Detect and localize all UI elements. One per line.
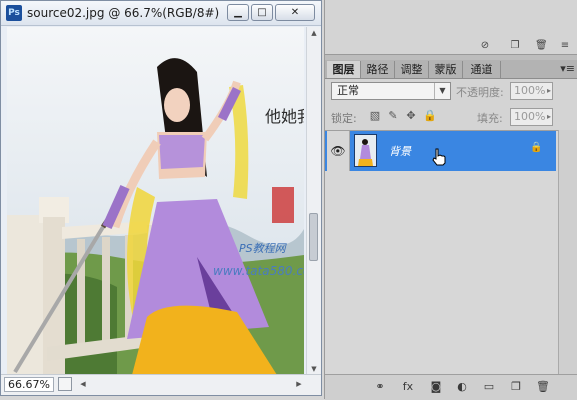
blend-row: 正常 ▼ 不透明度: 100% ▸ <box>325 80 577 102</box>
opacity-value: 100% <box>514 84 546 97</box>
add-mask-icon[interactable]: ◙ <box>429 380 443 394</box>
fx-icon[interactable]: fx <box>401 380 415 394</box>
blend-mode-value: 正常 <box>337 84 359 97</box>
photoshop-app-icon: Ps <box>6 5 22 21</box>
chevron-right-icon: ▸ <box>546 112 551 121</box>
horizontal-scrollbar[interactable]: ◀ ▶ <box>77 378 305 391</box>
lock-transparent-icon[interactable]: ▧ <box>369 110 381 122</box>
maximize-button[interactable]: □ <box>251 4 273 21</box>
new-item-icon[interactable]: ❐ <box>509 40 521 52</box>
no-entry-icon[interactable]: ⊘ <box>479 40 491 52</box>
document-titlebar[interactable]: Ps source02.jpg @ 66.7%(RGB/8#) ▁ □ ✕ <box>1 1 321 26</box>
tab-adjustments[interactable]: 调整 <box>395 61 429 78</box>
layer-name[interactable]: 背景 <box>389 143 411 159</box>
layers-panel-tabs: 图层 路径 调整 蒙版 通道 ▾≡ <box>325 60 577 79</box>
lock-move-icon[interactable]: ✥ <box>405 110 417 122</box>
lock-row: 锁定: ▧ ✎ ✥ 🔒 填充: 100% ▸ <box>325 106 577 128</box>
opacity-field[interactable]: 100% ▸ <box>510 82 553 100</box>
tab-masks[interactable]: 蒙版 <box>429 61 463 78</box>
blend-mode-select[interactable]: 正常 ▼ <box>331 82 451 100</box>
calligraphy-text: 他她我等你 <box>265 107 304 126</box>
layers-bottom-bar: ⚭ fx ◙ ◐ ▭ ❐ 🗑 <box>325 374 577 400</box>
layer-thumbnail <box>354 134 377 167</box>
scroll-right-icon[interactable]: ▶ <box>293 378 305 391</box>
panel-options-icon[interactable]: ▾≡ <box>560 62 575 75</box>
hand-cursor-icon <box>432 148 446 166</box>
layer-lock-icon: 🔒 <box>530 142 543 153</box>
watermark-site: www.tata580.com <box>213 264 304 278</box>
eye-icon[interactable]: 👁 <box>327 131 350 171</box>
layers-scrollbar[interactable] <box>558 130 577 374</box>
photo-dancer: 他她我等你 PS教程网 www.tata580.com <box>7 27 304 375</box>
lock-brush-icon[interactable]: ✎ <box>387 110 399 122</box>
opacity-label: 不透明度: <box>456 86 504 99</box>
lock-label: 锁定: <box>331 112 357 125</box>
tab-channels[interactable]: 通道 <box>463 61 501 78</box>
document-window: Ps source02.jpg @ 66.7%(RGB/8#) ▁ □ ✕ 他她… <box>0 0 322 396</box>
vertical-scroll-thumb[interactable] <box>309 213 318 261</box>
fill-value: 100% <box>514 110 546 123</box>
vertical-scrollbar[interactable]: ▲ ▼ <box>306 27 321 375</box>
new-group-icon[interactable]: ▭ <box>482 380 496 394</box>
tab-paths[interactable]: 路径 <box>361 61 395 78</box>
chevron-down-icon: ▼ <box>434 83 450 99</box>
adjustment-layer-icon[interactable]: ◐ <box>455 380 469 394</box>
scroll-left-icon[interactable]: ◀ <box>77 378 89 391</box>
fill-label: 填充: <box>477 112 503 125</box>
document-title: source02.jpg @ 66.7%(RGB/8#) <box>27 6 220 20</box>
panel-menu-icon[interactable]: ≡ <box>559 40 571 52</box>
scroll-up-icon[interactable]: ▲ <box>307 27 321 39</box>
panel-dock: ⊘ ❐ 🗑 ≡ 图层 路径 调整 蒙版 通道 ▾≡ 正常 ▼ 不透明度: 100… <box>324 0 577 400</box>
status-bar: 66.67% ◀ ▶ <box>1 374 321 395</box>
lock-all-icon[interactable]: 🔒 <box>423 110 437 122</box>
layer-row-background[interactable]: 👁 背景 🔒 <box>325 131 556 171</box>
image-canvas[interactable]: 他她我等你 PS教程网 www.tata580.com <box>7 27 304 375</box>
trash-icon[interactable]: 🗑 <box>535 40 548 52</box>
new-layer-icon[interactable]: ❐ <box>509 380 523 394</box>
chevron-right-icon: ▸ <box>546 86 551 95</box>
watermark-brand: PS教程网 <box>239 242 288 255</box>
layers-list: 👁 背景 🔒 <box>325 130 558 375</box>
link-layers-icon[interactable]: ⚭ <box>373 380 387 394</box>
minimize-button[interactable]: ▁ <box>227 4 249 21</box>
upper-panel-footer: ⊘ ❐ 🗑 ≡ <box>325 38 577 54</box>
delete-layer-icon[interactable]: 🗑 <box>536 380 550 394</box>
status-info-icon[interactable] <box>58 377 72 391</box>
zoom-field[interactable]: 66.67% <box>4 377 54 392</box>
tab-layers[interactable]: 图层 <box>327 61 361 78</box>
fill-field[interactable]: 100% ▸ <box>510 108 553 126</box>
close-button[interactable]: ✕ <box>275 4 315 21</box>
